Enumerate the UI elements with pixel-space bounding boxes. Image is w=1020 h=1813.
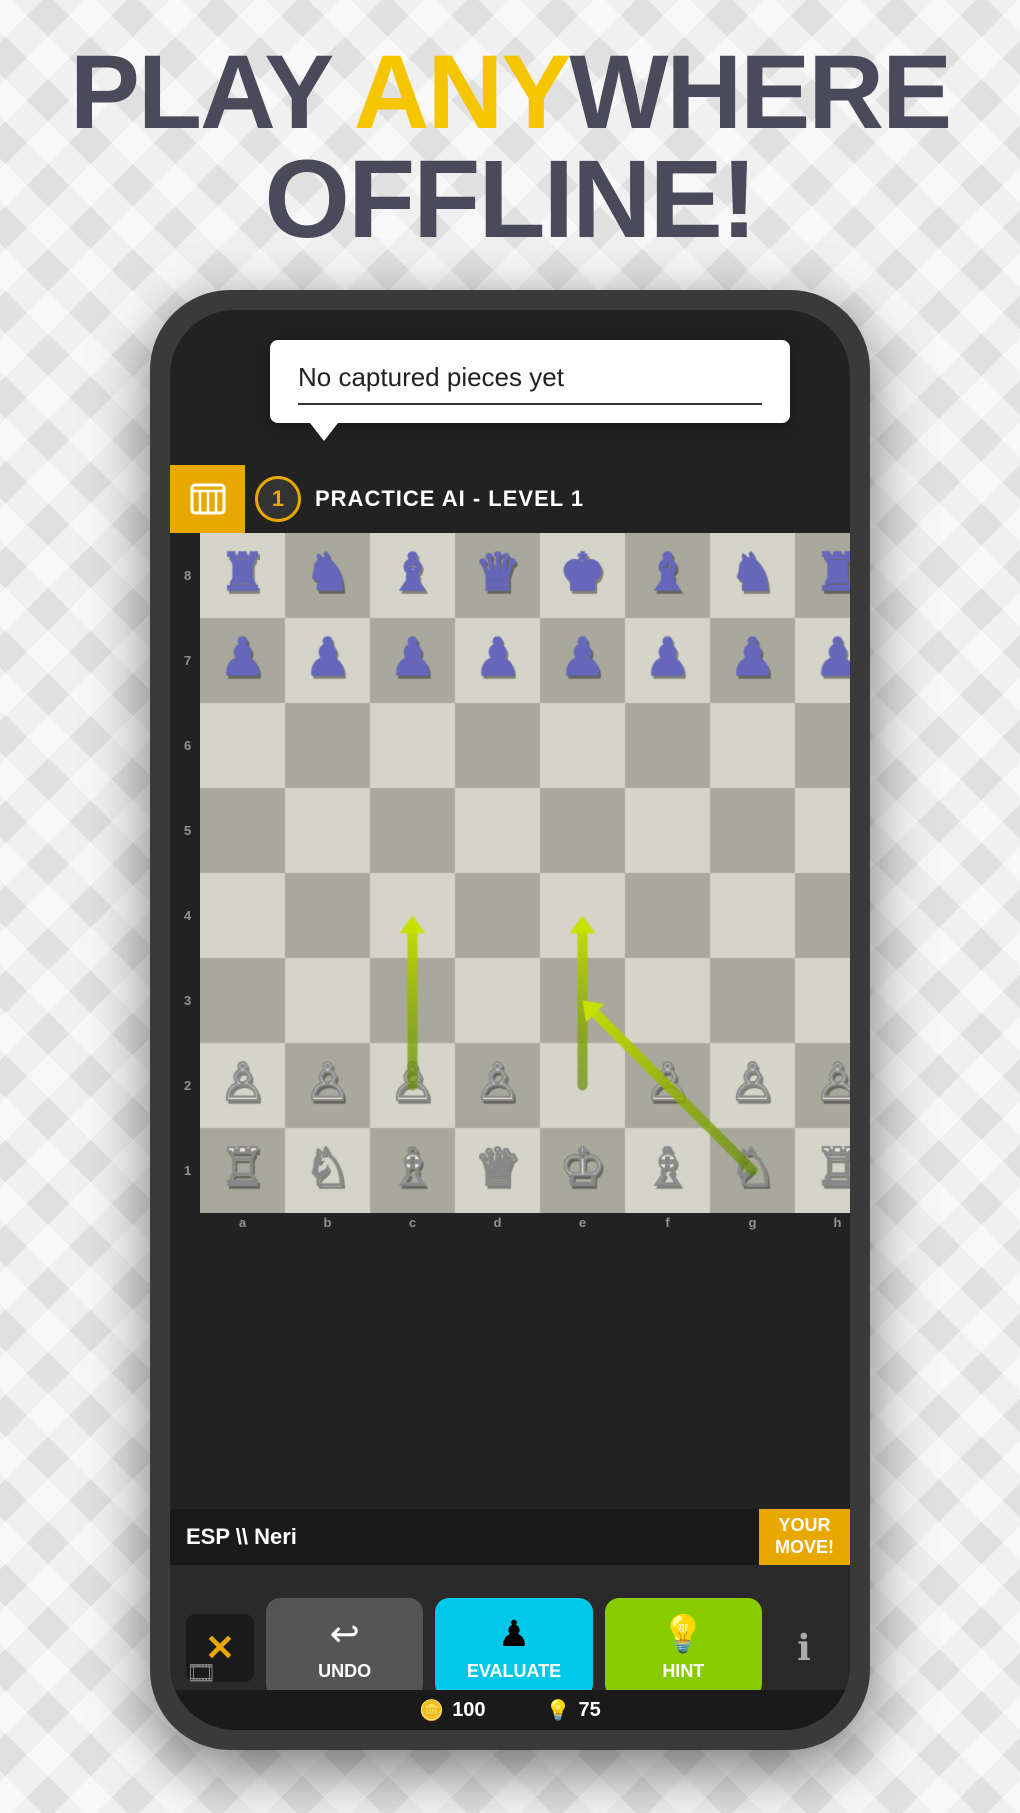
evaluate-button[interactable]: ♟ EVALUATE [435, 1598, 592, 1698]
row-label-7: 7 [184, 618, 191, 703]
headline: PLAY ANYWHERE OFFLINE! [0, 40, 1020, 255]
header-bar: 1 PRACTICE AI - LEVEL 1 [170, 465, 850, 533]
row-label-5: 5 [184, 788, 191, 873]
phone-shell: No captured pieces yet 1 PRACTICE AI - L… [150, 290, 870, 1750]
header-icon-box [170, 465, 245, 533]
col-label-a: a [200, 1215, 285, 1230]
headline-line2: OFFLINE! [0, 145, 1020, 255]
tooltip-underline [298, 403, 762, 405]
headline-line1: PLAY ANYWHERE [0, 40, 1020, 145]
undo-label: UNDO [318, 1661, 371, 1682]
filmstrip-icon: 🎞 [186, 1659, 216, 1688]
col-label-b: b [285, 1215, 370, 1230]
player-name: ESP \\ Neri [186, 1524, 297, 1550]
col-label-h: h [795, 1215, 850, 1230]
row-label-4: 4 [184, 873, 191, 958]
hints-value: 75 [578, 1699, 600, 1722]
col-label-g: g [710, 1215, 795, 1230]
evaluate-icon: ♟ [498, 1613, 530, 1655]
row-label-2: 2 [184, 1043, 191, 1128]
hints-stat: 💡 75 [546, 1698, 601, 1723]
col-label-e: e [540, 1215, 625, 1230]
phone-screen: No captured pieces yet 1 PRACTICE AI - L… [170, 310, 850, 1730]
hint-icon: 💡 [661, 1613, 706, 1655]
row-label-6: 6 [184, 703, 191, 788]
tooltip-text: No captured pieces yet [298, 362, 762, 393]
hint-label: HINT [662, 1661, 704, 1682]
level-badge: 1 [255, 476, 301, 522]
coins-stat: 🪙 100 [419, 1698, 485, 1723]
bottom-stats-bar: 🎞 🪙 100 💡 75 [170, 1690, 850, 1730]
board-container: 8 7 6 5 4 3 2 1 a b c d e f g h [170, 533, 850, 1293]
tooltip-popup: No captured pieces yet [270, 340, 790, 423]
col-label-f: f [625, 1215, 710, 1230]
coins-value: 100 [452, 1699, 485, 1722]
coin-icon: 🪙 [419, 1698, 444, 1723]
info-button[interactable]: ℹ [774, 1618, 834, 1678]
col-label-d: d [455, 1215, 540, 1230]
row-label-1: 1 [184, 1128, 191, 1213]
hint-button[interactable]: 💡 HINT [605, 1598, 762, 1698]
header-title: PRACTICE AI - LEVEL 1 [315, 486, 584, 512]
undo-button[interactable]: ↩ UNDO [266, 1598, 423, 1698]
row-label-8: 8 [184, 533, 191, 618]
your-move-badge: YOURMOVE! [759, 1509, 850, 1565]
col-label-c: c [370, 1215, 455, 1230]
player-bar: ESP \\ Neri YOURMOVE! [170, 1509, 850, 1565]
row-label-3: 3 [184, 958, 191, 1043]
undo-icon: ↩ [330, 1613, 360, 1655]
evaluate-label: EVALUATE [467, 1661, 561, 1682]
tooltip-arrow [310, 423, 338, 441]
prison-icon [188, 479, 228, 519]
hints-icon: 💡 [546, 1698, 571, 1723]
